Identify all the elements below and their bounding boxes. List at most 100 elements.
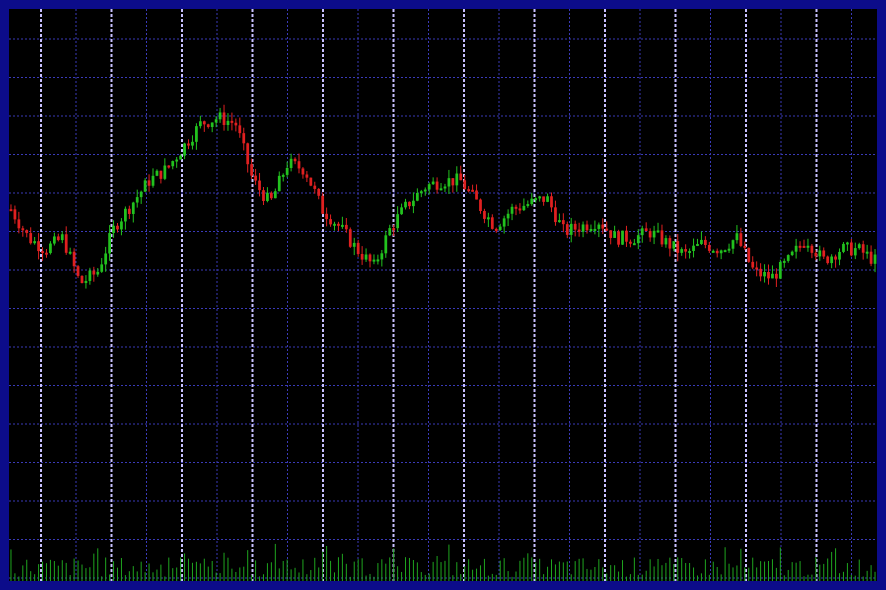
candle-body xyxy=(846,242,849,245)
candle-body xyxy=(131,202,135,214)
candle-body xyxy=(865,251,869,254)
candlestick-chart xyxy=(9,9,877,581)
candle-body xyxy=(9,209,13,212)
candle-body xyxy=(258,180,261,191)
candle-body xyxy=(195,126,198,142)
candle-body xyxy=(510,206,514,214)
candle-body xyxy=(664,238,668,245)
candle-body xyxy=(475,190,478,200)
candle-body xyxy=(506,213,510,219)
candle-body xyxy=(759,268,762,277)
candle-body xyxy=(700,239,703,244)
candle-body xyxy=(313,185,317,189)
candle-body xyxy=(17,219,21,229)
candle-body xyxy=(609,230,613,238)
candle-body xyxy=(719,250,723,254)
candle-body xyxy=(810,245,814,253)
candle-body xyxy=(605,228,609,231)
candle-body xyxy=(455,173,459,186)
candle-body xyxy=(325,213,328,220)
candle-body xyxy=(92,270,96,275)
candle-body xyxy=(163,165,167,179)
candle-body xyxy=(739,233,743,246)
candle-body xyxy=(68,251,72,254)
candle-body xyxy=(301,168,305,175)
candle-body xyxy=(352,242,356,247)
candle-body xyxy=(21,228,25,231)
candle-body xyxy=(818,250,822,257)
candle-body xyxy=(640,228,644,236)
candle-body xyxy=(222,112,226,125)
candle-body xyxy=(404,201,407,208)
candle-body xyxy=(198,121,202,127)
candle-body xyxy=(435,181,439,190)
candle-body xyxy=(636,235,640,244)
candle-body xyxy=(459,173,463,181)
candle-body xyxy=(585,224,589,231)
candle-body xyxy=(108,233,111,254)
candle-body xyxy=(652,230,656,238)
candle-body xyxy=(179,155,183,160)
candle-body xyxy=(794,245,798,252)
candle-body xyxy=(321,195,325,214)
chart-frame xyxy=(0,0,886,590)
candle-body xyxy=(569,223,573,235)
candle-body xyxy=(849,242,853,256)
candle-body xyxy=(37,241,40,252)
candle-body xyxy=(155,170,159,176)
candle-body xyxy=(337,223,340,226)
candle-body xyxy=(775,273,778,279)
candle-body xyxy=(486,217,490,220)
candle-body xyxy=(522,205,526,211)
candle-body xyxy=(538,196,542,199)
candle-body xyxy=(116,225,119,230)
candle-body xyxy=(33,241,37,244)
candle-body xyxy=(861,244,865,253)
candle-body xyxy=(711,250,715,253)
candle-body xyxy=(388,228,392,236)
candle-body xyxy=(151,175,155,186)
candle-body xyxy=(25,230,29,234)
candle-body xyxy=(479,199,482,211)
candle-body xyxy=(565,224,569,235)
candle-body xyxy=(368,254,372,262)
candle-body xyxy=(842,243,845,252)
candle-body xyxy=(696,243,699,246)
candle-body xyxy=(341,224,344,227)
candle-body xyxy=(463,180,467,190)
candle-body xyxy=(723,250,727,253)
candle-body xyxy=(826,256,830,264)
candle-body xyxy=(218,112,222,120)
candle-body xyxy=(100,264,104,272)
candle-body xyxy=(277,175,281,192)
candle-body xyxy=(684,249,688,252)
candle-body xyxy=(135,197,139,203)
candle-body xyxy=(443,186,447,189)
candle-body xyxy=(498,226,502,231)
candle-body xyxy=(597,224,601,229)
candle-body xyxy=(715,250,719,254)
candle-body xyxy=(676,241,680,253)
candle-body xyxy=(96,271,100,275)
candle-body xyxy=(127,208,131,214)
candle-body xyxy=(814,252,818,257)
candle-body xyxy=(392,228,396,231)
candle-body xyxy=(439,188,443,191)
candle-body xyxy=(80,275,84,284)
candle-body xyxy=(289,158,293,168)
candle-body xyxy=(558,220,561,223)
candle-body xyxy=(601,224,605,229)
candle-body xyxy=(613,231,617,238)
candle-body xyxy=(384,235,388,254)
candle-body xyxy=(202,121,206,125)
candle-body xyxy=(159,170,163,179)
candle-body xyxy=(735,233,739,241)
candle-body xyxy=(29,233,33,244)
candle-body xyxy=(688,250,691,253)
candle-body xyxy=(838,251,841,260)
candle-body xyxy=(242,133,246,144)
candle-body xyxy=(656,230,660,233)
candle-body xyxy=(514,206,518,209)
candle-body xyxy=(648,231,652,238)
candle-body xyxy=(573,223,577,230)
